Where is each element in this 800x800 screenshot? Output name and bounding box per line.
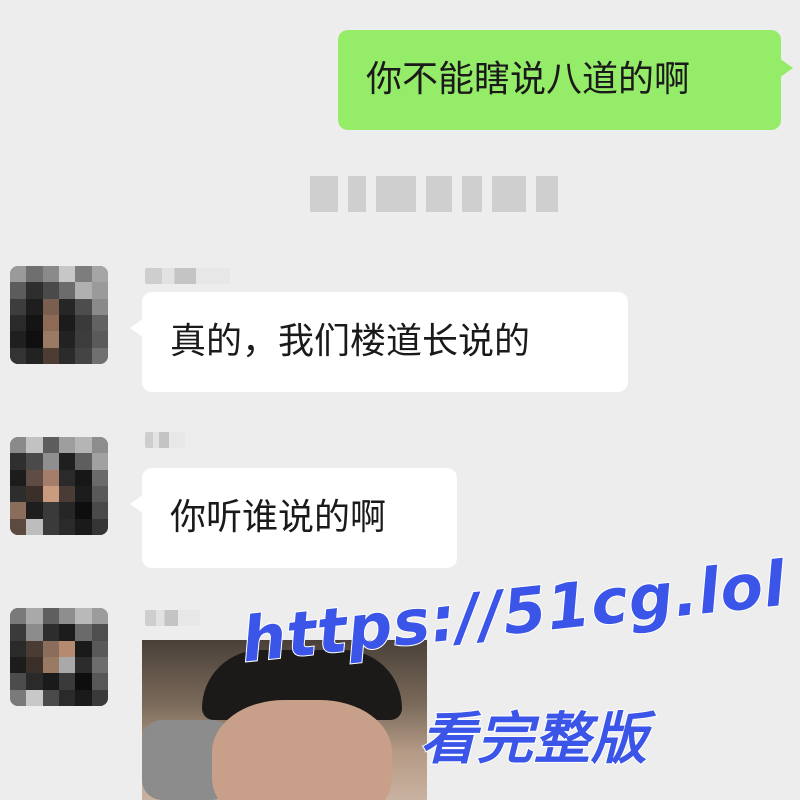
sender-name-blurred (145, 268, 230, 284)
sender-name-blurred (145, 610, 200, 626)
watermark-caption: 看完整版 (419, 706, 648, 773)
message-text: 你听谁说的啊 (170, 497, 387, 538)
incoming-message-bubble[interactable]: 真的，我们楼道长说的 (130, 292, 628, 392)
message-text: 你不能瞎说八道的啊 (366, 59, 691, 100)
contact-avatar[interactable] (10, 608, 108, 706)
incoming-message-bubble[interactable]: 你听谁说的啊 (130, 468, 457, 568)
outgoing-message-bubble[interactable]: 你不能瞎说八道的啊 (338, 30, 793, 130)
sender-name-blurred (145, 432, 185, 448)
message-text: 真的，我们楼道长说的 (170, 321, 531, 362)
contact-avatar[interactable] (10, 266, 108, 364)
contact-avatar[interactable] (10, 437, 108, 535)
system-notice-blurred (310, 176, 558, 212)
